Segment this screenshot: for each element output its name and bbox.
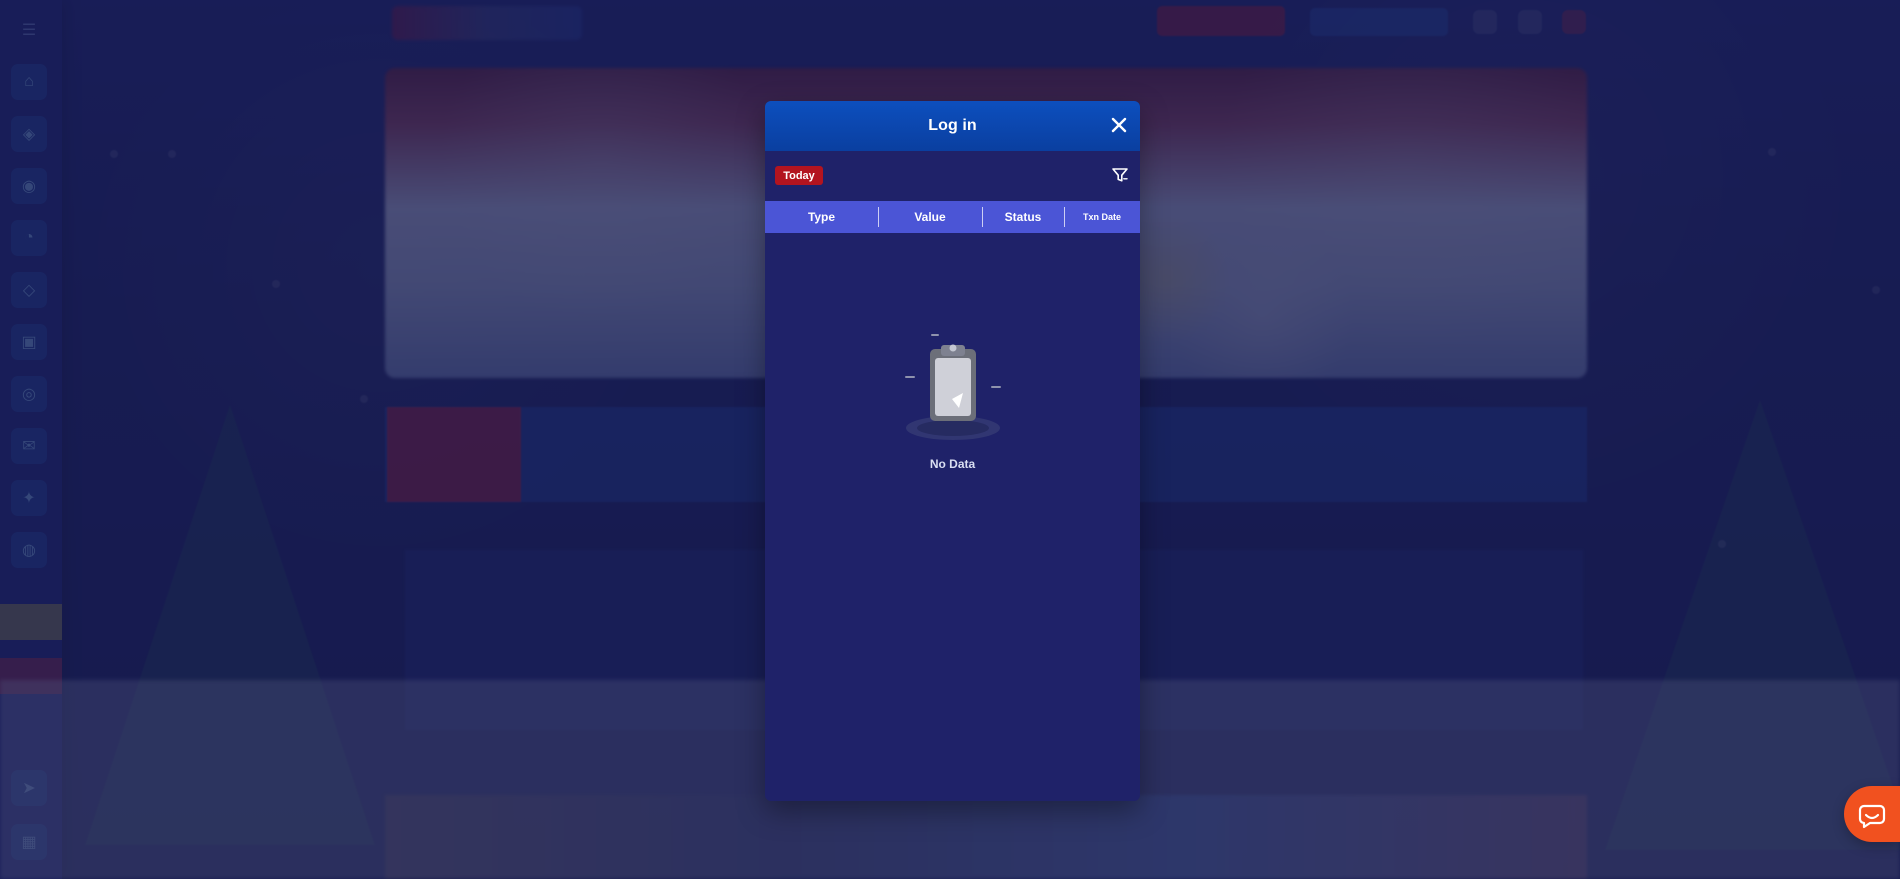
today-filter-badge[interactable]: Today: [775, 166, 823, 185]
chat-icon: [1858, 804, 1886, 829]
history-table-header: Type Value Status Txn Date: [765, 201, 1140, 233]
column-status: Status: [1004, 210, 1042, 224]
clipboard-icon: [905, 334, 1001, 440]
modal-toolbar: Today: [765, 151, 1140, 201]
empty-state: No Data: [765, 331, 1140, 491]
empty-state-text: No Data: [929, 457, 976, 471]
column-type: Type: [807, 210, 836, 224]
close-icon: [1111, 117, 1127, 133]
chat-launcher-button[interactable]: [1844, 786, 1900, 842]
column-divider: [878, 207, 879, 227]
column-divider: [1064, 207, 1065, 227]
filter-icon: [1112, 168, 1128, 182]
column-value: Value: [914, 210, 946, 224]
page-root: ☰ ⌂ ◈ ◉ ◔ ◇ ▣ ◎ ✉ ✦ ◍ ➤ ▦ Log in: [0, 0, 1900, 879]
close-button[interactable]: [1109, 115, 1129, 135]
login-modal: Log in Today Type Value Status Txn Date: [765, 101, 1140, 801]
modal-title: Log in: [928, 117, 977, 134]
filter-button[interactable]: [1111, 166, 1129, 184]
modal-header: Log in: [765, 101, 1140, 151]
column-divider: [982, 207, 983, 227]
column-txn-date: Txn Date: [1082, 212, 1121, 222]
